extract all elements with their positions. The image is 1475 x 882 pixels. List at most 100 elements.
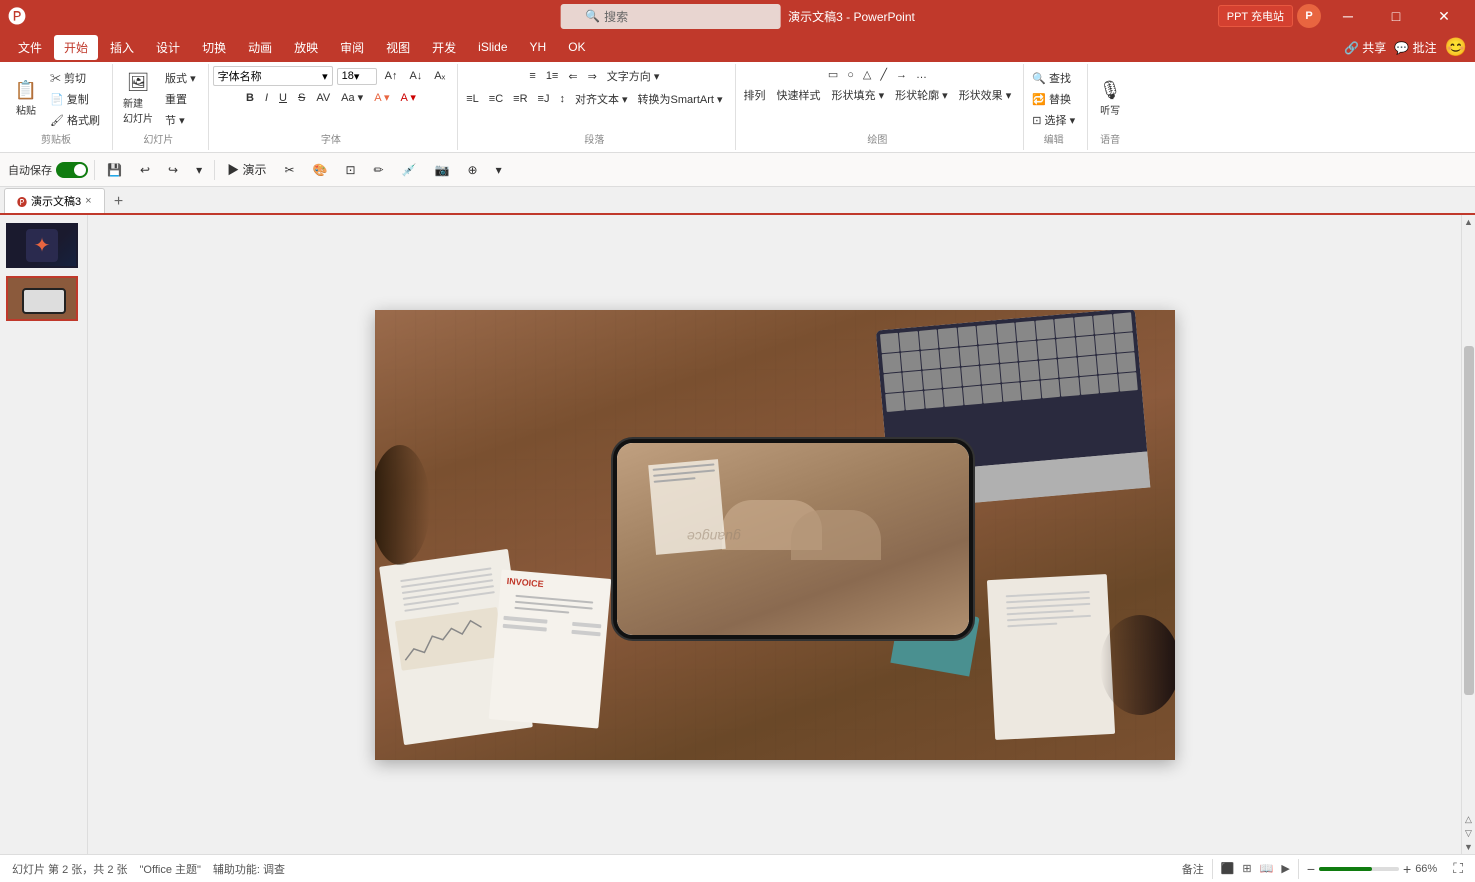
indent-decrease-btn[interactable]: ⇐ [564, 66, 581, 86]
fit-window-btn[interactable]: ⛶ [1453, 860, 1463, 877]
bullet-list-btn[interactable]: ≡ [525, 66, 539, 86]
layout-btn[interactable]: 版式 ▾ [161, 68, 200, 88]
slide-canvas[interactable]: INVOICE [375, 310, 1175, 760]
redo-btn[interactable]: ↪ [162, 160, 184, 180]
search-box[interactable]: 🔍 搜索 [560, 4, 780, 29]
view-reading-btn[interactable]: 📖 [1260, 862, 1274, 875]
shape-line-btn[interactable]: ╱ [876, 66, 891, 83]
justify-btn[interactable]: ≡J [534, 89, 554, 109]
eyedropper-btn[interactable]: 💉 [396, 160, 423, 180]
scroll-page-down-btn[interactable]: ▽ [1462, 826, 1475, 840]
slide-thumb-1[interactable]: 1 ✦ [6, 223, 81, 268]
format-painter-btn[interactable]: 🖌 格式刷 [46, 110, 104, 130]
menu-dev[interactable]: 开发 [422, 35, 466, 60]
crop-btn[interactable]: ✂ [278, 160, 300, 180]
maximize-btn[interactable]: □ [1373, 0, 1419, 32]
menu-yh[interactable]: YH [520, 36, 557, 58]
copy-btn[interactable]: 📄 复制 [46, 89, 104, 109]
line-spacing-btn[interactable]: ↕ [555, 89, 569, 109]
slide-img-1[interactable]: ✦ [6, 223, 78, 268]
pen-btn[interactable]: ✏ [368, 160, 390, 180]
slide-thumb-2[interactable]: 2 [6, 276, 81, 321]
batch-review-btn[interactable]: 💬 批注 [1394, 39, 1436, 56]
numbered-list-btn[interactable]: 1≡ [542, 66, 563, 86]
view-sorter-btn[interactable]: ⊞ [1242, 862, 1251, 875]
font-family-dropdown[interactable]: 字体名称 ▾ [213, 66, 333, 86]
align-right-btn[interactable]: ≡R [509, 89, 531, 109]
view-normal-btn[interactable]: ⬛ [1221, 862, 1235, 875]
shape-effect-btn[interactable]: 形状效果 ▾ [955, 85, 1016, 105]
autosave-switch[interactable] [56, 162, 88, 178]
scroll-thumb[interactable] [1464, 346, 1474, 696]
scroll-down-btn[interactable]: ▼ [1462, 840, 1475, 854]
shape-circle-btn[interactable]: ○ [843, 66, 858, 83]
shape-triangle-btn[interactable]: △ [859, 66, 875, 83]
strikethrough-btn[interactable]: S [294, 90, 309, 106]
menu-view[interactable]: 视图 [376, 35, 420, 60]
presentation-tab[interactable]: 🅟 演示文稿3 × [4, 188, 105, 213]
camera-btn[interactable]: 📷 [429, 160, 456, 180]
section-btn[interactable]: 节 ▾ [161, 110, 200, 130]
menu-ok[interactable]: OK [558, 36, 595, 58]
scroll-track[interactable] [1462, 229, 1475, 812]
menu-review[interactable]: 审阅 [330, 35, 374, 60]
text-direction-btn[interactable]: 文字方向 ▾ [603, 66, 664, 86]
slide-img-2[interactable] [6, 276, 78, 321]
underline-btn[interactable]: U [275, 90, 291, 106]
menu-file[interactable]: 文件 [8, 35, 52, 60]
border-btn[interactable]: ⊡ [339, 160, 361, 180]
change-case-btn[interactable]: Aa ▾ [337, 89, 367, 106]
font-size-input[interactable]: 18 ▾ [337, 68, 377, 85]
notes-btn[interactable]: 备注 [1182, 861, 1204, 877]
user-avatar[interactable]: P [1297, 4, 1321, 28]
paste-btn[interactable]: 📋 粘贴 [8, 78, 44, 120]
new-slide-btn[interactable]: 🖼 新建幻灯片 [117, 70, 159, 127]
clear-format-btn[interactable]: Aₓ [430, 68, 449, 84]
office-btn[interactable]: ⊕ [462, 160, 484, 180]
align-left-btn[interactable]: ≡L [462, 89, 483, 109]
scroll-up-btn[interactable]: ▲ [1462, 215, 1475, 229]
zoom-out-btn[interactable]: − [1307, 861, 1315, 877]
zoom-in-btn[interactable]: + [1403, 861, 1411, 877]
fill-color-btn[interactable]: 🎨 [307, 160, 334, 180]
spacing-btn[interactable]: AV [312, 90, 334, 106]
scroll-page-up-btn[interactable]: △ [1462, 812, 1475, 826]
menu-home[interactable]: 开始 [54, 35, 98, 60]
reset-btn[interactable]: 重置 [161, 89, 200, 109]
highlight-btn[interactable]: A ▾ [370, 89, 393, 106]
replace-btn[interactable]: 🔁 替换 [1028, 89, 1079, 109]
arrange-btn[interactable]: 排列 [740, 85, 770, 105]
quick-styles-btn[interactable]: 快速样式 [773, 85, 825, 105]
menu-animations[interactable]: 动画 [238, 35, 282, 60]
menu-insert[interactable]: 插入 [100, 35, 144, 60]
menu-design[interactable]: 设计 [146, 35, 190, 60]
zoom-slider[interactable] [1319, 867, 1399, 871]
shape-fill-btn[interactable]: 形状填充 ▾ [828, 85, 889, 105]
shape-more-btn[interactable]: … [912, 66, 931, 83]
ppt-charge-btn[interactable]: PPT 充电站 [1218, 5, 1293, 27]
phone-mockup[interactable]: guangce [613, 439, 973, 639]
menu-slideshow[interactable]: 放映 [284, 35, 328, 60]
shape-rect-btn[interactable]: ▭ [824, 66, 842, 83]
menu-transitions[interactable]: 切换 [192, 35, 236, 60]
menu-islide[interactable]: iSlide [468, 36, 517, 58]
add-tab-btn[interactable]: + [105, 191, 133, 213]
cut-btn[interactable]: ✂ 剪切 [46, 68, 104, 88]
share-btn[interactable]: 🔗 共享 [1344, 39, 1386, 56]
indent-increase-btn[interactable]: ⇒ [584, 66, 601, 86]
save-btn[interactable]: 💾 [101, 160, 128, 180]
more-tools-btn[interactable]: ▾ [490, 160, 508, 180]
font-increase-btn[interactable]: A↑ [381, 68, 402, 84]
tab-close-btn[interactable]: × [85, 195, 91, 207]
view-slideshow-btn[interactable]: ▶ [1281, 862, 1289, 875]
minimize-btn[interactable]: ─ [1325, 0, 1371, 32]
more-btn[interactable]: ▾ [190, 160, 208, 180]
close-btn[interactable]: ✕ [1421, 0, 1467, 32]
italic-btn[interactable]: I [261, 90, 272, 106]
bold-btn[interactable]: B [242, 90, 258, 106]
emoji-btn[interactable]: 😊 [1445, 37, 1467, 58]
font-decrease-btn[interactable]: A↓ [405, 68, 426, 84]
select-btn[interactable]: ⊡ 选择 ▾ [1028, 110, 1079, 130]
smartart-btn[interactable]: 转换为SmartArt ▾ [634, 89, 727, 109]
font-color-btn[interactable]: A ▾ [397, 89, 420, 106]
